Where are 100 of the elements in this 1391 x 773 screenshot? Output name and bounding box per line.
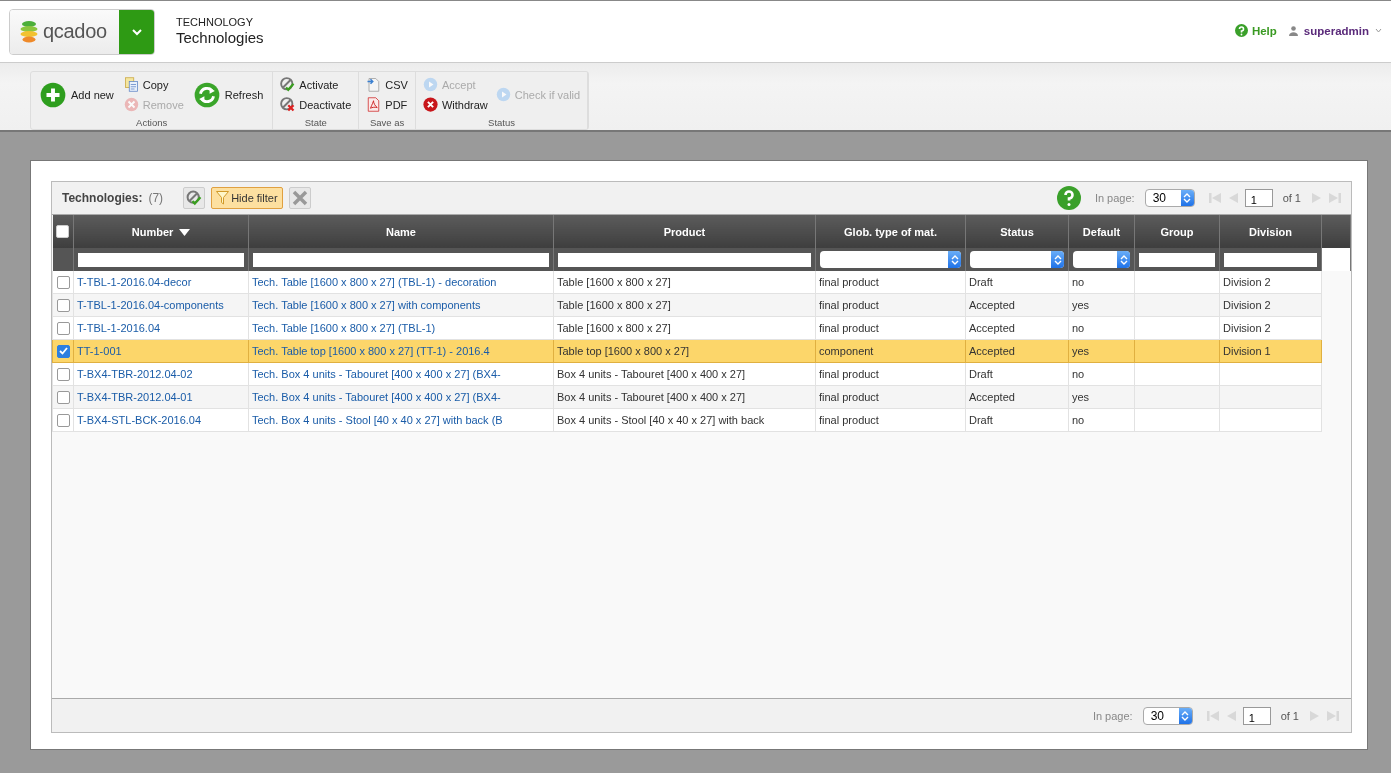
remove-icon — [123, 97, 139, 112]
filter-select[interactable] — [970, 251, 1064, 268]
column-header[interactable]: Glob. type of mat. — [815, 215, 966, 248]
table-cell: Accepted — [969, 345, 1015, 357]
table-cell: final product — [819, 391, 879, 403]
help-link[interactable]: Help — [1234, 24, 1277, 37]
table-cell: final product — [819, 368, 879, 380]
group-label: Save as — [368, 117, 406, 129]
filter-field[interactable] — [1139, 252, 1215, 267]
user-menu[interactable]: superadmin — [1288, 24, 1382, 37]
withdraw-icon — [422, 97, 438, 112]
table-cell: Table [1600 x 800 x 27] — [557, 299, 671, 311]
user-icon — [1288, 25, 1298, 36]
logo-text: qcadoo — [43, 20, 107, 43]
clear-filter-button[interactable] — [288, 187, 311, 209]
activate-icon — [280, 77, 296, 92]
page-total: of 1 — [1280, 709, 1299, 722]
hide-filter-button[interactable]: Hide filter — [211, 187, 283, 209]
table-cell: yes — [1072, 299, 1090, 311]
pdf-file-icon — [366, 97, 382, 112]
filter-field[interactable] — [1224, 252, 1317, 267]
copy-icon — [123, 77, 139, 92]
table-cell: final product — [819, 414, 879, 426]
table-cell: no — [1072, 322, 1085, 334]
row-checkbox[interactable] — [57, 275, 70, 289]
table-cell: component — [819, 345, 874, 357]
table-cell: Table [1600 x 800 x 27] — [557, 322, 671, 334]
table-cell: Draft — [969, 368, 993, 380]
per-page-select[interactable]: 30 — [1144, 189, 1195, 207]
toolbar-button[interactable]: PDF — [364, 97, 410, 112]
filter-select[interactable] — [820, 251, 961, 268]
table-cell: Division 1 — [1223, 345, 1271, 357]
column-header[interactable]: Group — [1134, 215, 1220, 248]
csv-file-icon — [366, 77, 382, 92]
page-number-field[interactable]: 1 — [1242, 706, 1271, 725]
page-total: of 1 — [1282, 192, 1301, 204]
play-icon — [422, 77, 438, 92]
table-cell: Draft — [969, 276, 993, 288]
stepper-icon — [1181, 709, 1190, 722]
help-icon[interactable] — [1056, 186, 1081, 210]
filter-field[interactable] — [78, 252, 244, 267]
group-label: State — [303, 117, 328, 129]
group-label: Status — [487, 117, 516, 129]
grid-title: Technologies: — [62, 191, 143, 205]
refresh-icon — [193, 81, 220, 108]
column-header[interactable]: Name — [248, 215, 554, 248]
table-cell: final product — [819, 299, 879, 311]
filter-select[interactable] — [1073, 251, 1130, 268]
row-checkbox[interactable] — [57, 390, 70, 404]
table-cell: Table [1600 x 800 x 27] — [557, 276, 671, 288]
deactivate-icon — [280, 97, 296, 112]
table-cell: Accepted — [969, 322, 1015, 334]
row-checkbox[interactable] — [57, 344, 70, 358]
table-cell: no — [1072, 368, 1085, 380]
filter-field[interactable] — [558, 252, 811, 267]
row-checkbox[interactable] — [57, 298, 70, 312]
filter-field[interactable] — [253, 252, 549, 267]
logo-icon — [20, 19, 38, 44]
table-cell: no — [1072, 414, 1085, 426]
row-checkbox[interactable] — [57, 413, 70, 427]
table-cell: Accepted — [969, 299, 1015, 311]
table-cell: Accepted — [969, 391, 1015, 403]
column-header[interactable]: Number — [73, 215, 249, 248]
column-header[interactable]: Product — [553, 215, 816, 248]
toolbar-button[interactable]: Copy — [121, 77, 186, 92]
toolbar-button[interactable]: CSV — [364, 77, 410, 92]
table-cell: Table top [1600 x 800 x 27] — [557, 345, 690, 357]
column-header[interactable]: Division — [1219, 215, 1322, 248]
table-cell: Box 4 units - Tabouret [400 x 400 x 27] — [557, 391, 746, 403]
row-checkbox[interactable] — [57, 367, 70, 381]
chevron-down-icon — [1375, 28, 1382, 33]
row-checkbox[interactable] — [57, 321, 70, 335]
record-count: (7) — [148, 191, 164, 205]
table-cell: Division 2 — [1223, 299, 1271, 311]
column-header[interactable]: Default — [1068, 215, 1135, 248]
stepper-icon — [1183, 192, 1192, 204]
record-link[interactable]: TT-1-001 — [77, 345, 122, 357]
play-icon — [495, 87, 511, 102]
toolbar-button[interactable]: Deactivate — [278, 97, 354, 112]
per-page-label: In page: — [1092, 709, 1133, 722]
table-cell: final product — [819, 276, 879, 288]
column-header[interactable]: Status — [965, 215, 1069, 248]
table-cell: Division 2 — [1223, 276, 1271, 288]
table-cell: Box 4 units - Tabouret [400 x 400 x 27] — [557, 368, 746, 380]
table-cell: no — [1072, 276, 1085, 288]
table-cell: yes — [1072, 345, 1090, 357]
toolbar-button[interactable]: Refresh — [189, 81, 268, 108]
select-all-checkbox[interactable] — [56, 225, 70, 239]
logo-menu[interactable]: qcadoo — [9, 8, 155, 55]
toolbar-button[interactable]: Activate — [278, 77, 354, 92]
table-cell: final product — [819, 322, 879, 334]
per-page-label: In page: — [1094, 192, 1135, 204]
stepper-icon — [1119, 253, 1128, 266]
page-number-field[interactable]: 1 — [1244, 189, 1273, 207]
table-cell: Division 2 — [1223, 322, 1271, 334]
stepper-icon — [950, 253, 959, 266]
per-page-select[interactable]: 30 — [1142, 706, 1193, 725]
activate-filter-button[interactable] — [183, 187, 206, 209]
toolbar-button[interactable]: Withdraw — [420, 97, 490, 112]
toolbar-button[interactable]: Add new — [36, 81, 118, 108]
